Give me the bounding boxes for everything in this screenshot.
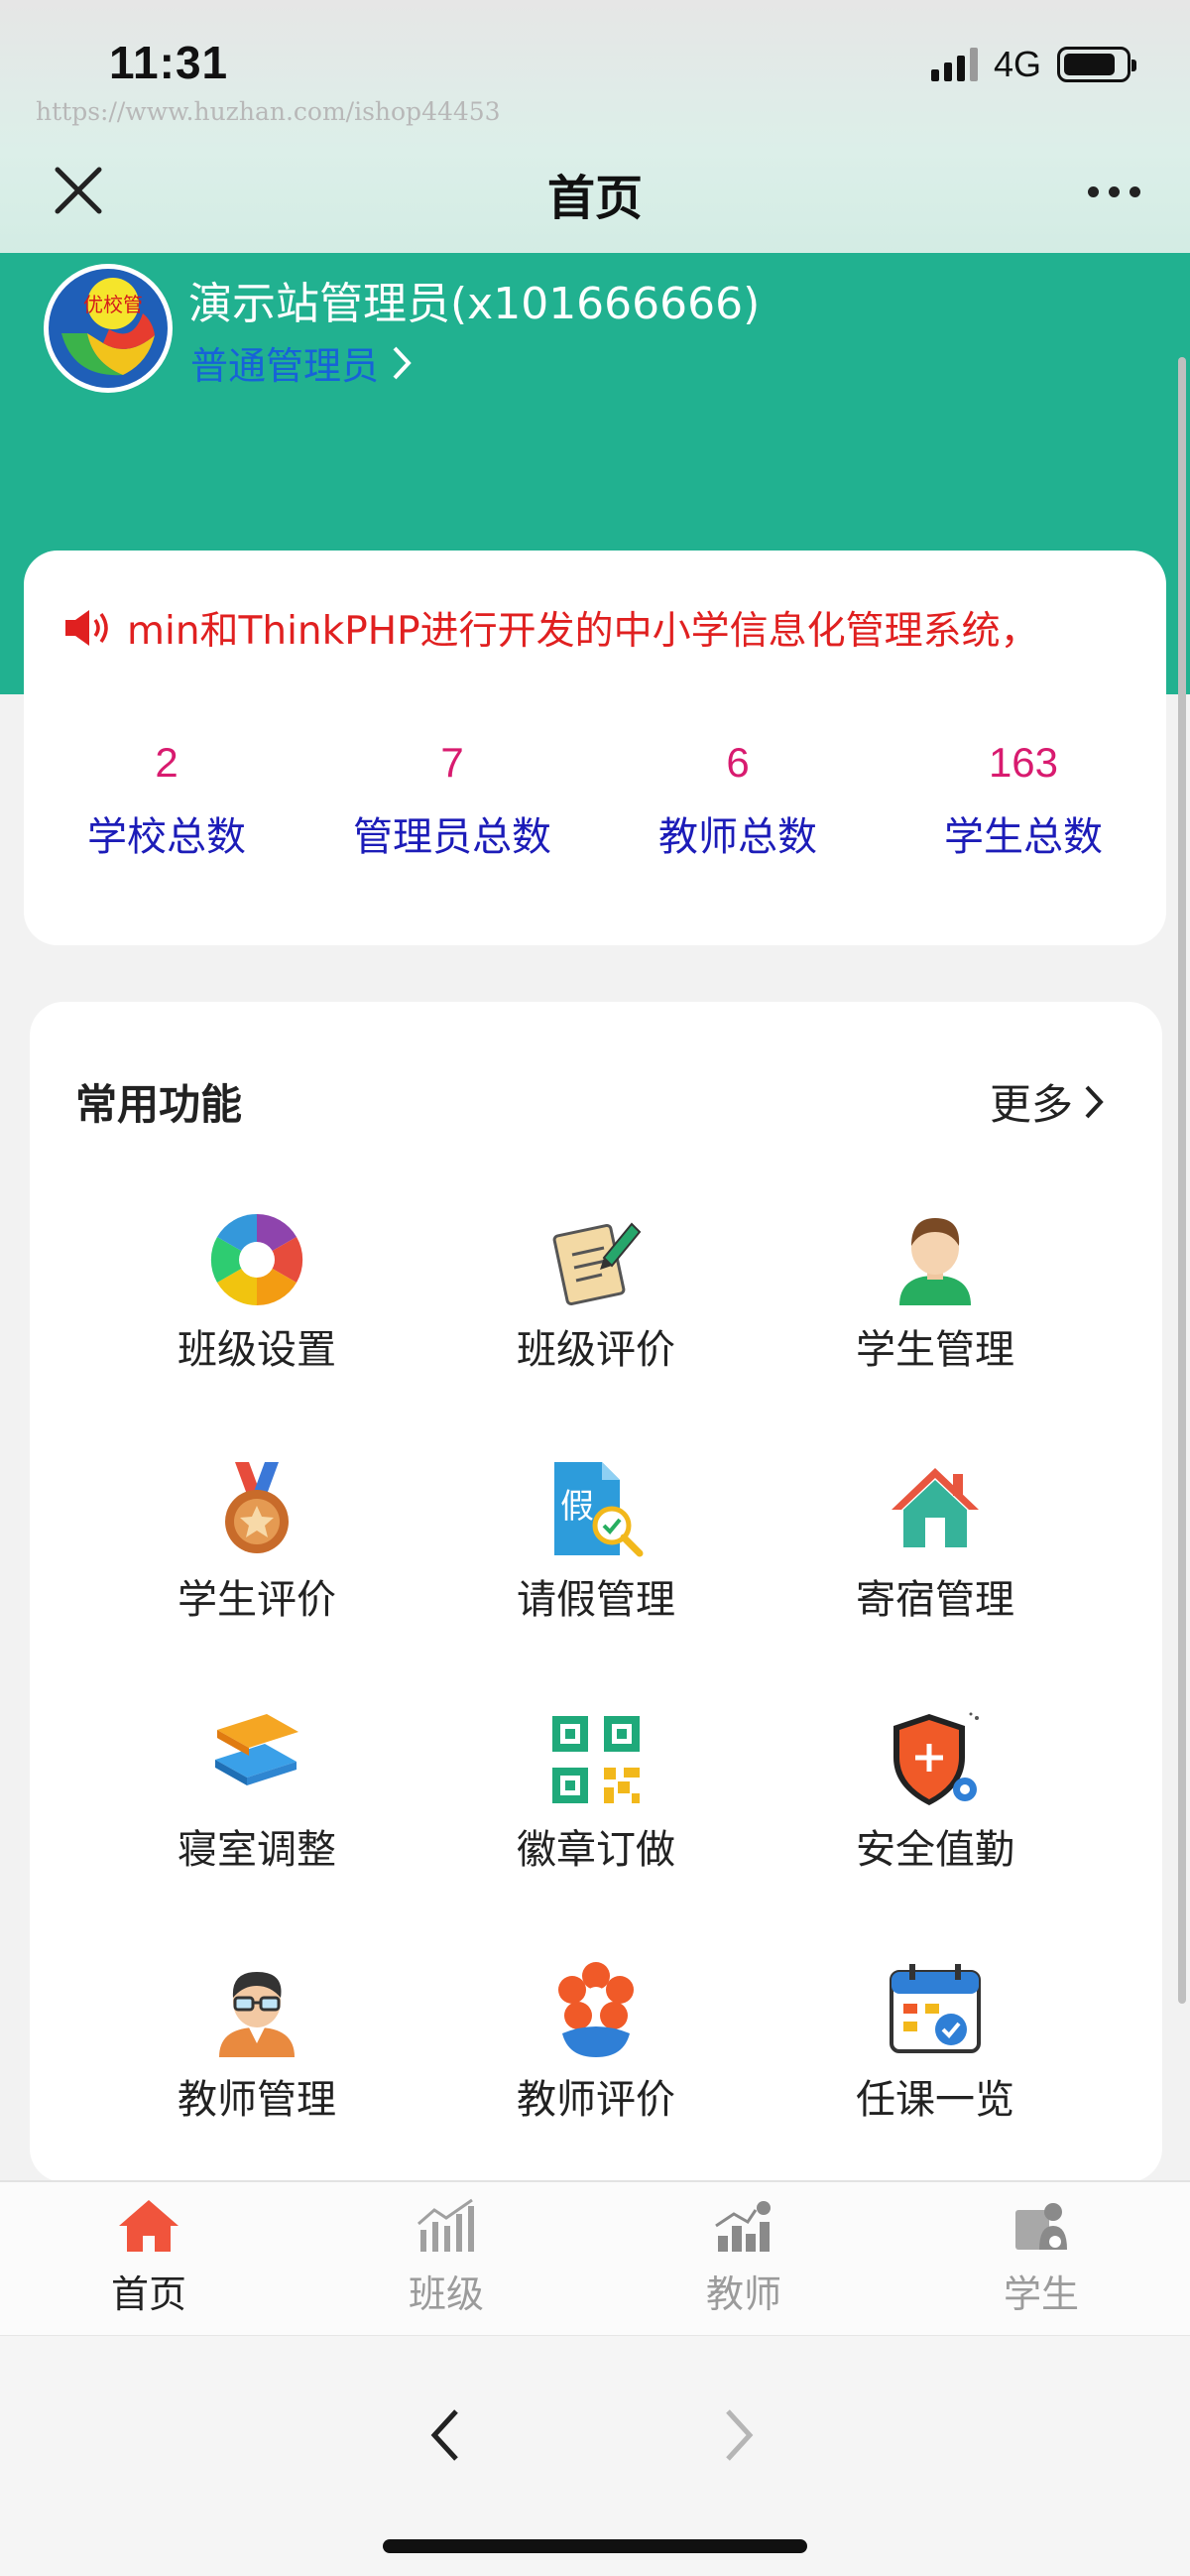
stat-students[interactable]: 163 学生总数 [881, 739, 1166, 862]
medal-icon [225, 1462, 289, 1553]
user-role-link[interactable]: 普通管理员 [190, 335, 413, 390]
tab-label: 首页 [110, 2272, 186, 2316]
stat-value: 7 [440, 739, 464, 786]
func-label: 安全值勤 [856, 1827, 1014, 1873]
calendar-check-icon [890, 1964, 981, 2053]
chevron-right-icon [393, 346, 412, 379]
shield-icon [893, 1712, 979, 1805]
func-teacher-management[interactable]: 教师管理 [73, 1960, 440, 2158]
student-icon [1015, 2203, 1067, 2250]
stat-value: 2 [155, 739, 178, 786]
func-badge-customization[interactable]: 徽章订做 [413, 1710, 779, 1908]
browser-forward-button[interactable] [718, 2405, 758, 2469]
func-teacher-evaluation[interactable]: 教师评价 [413, 1960, 779, 2158]
chevron-right-icon [1085, 1085, 1104, 1118]
scrollbar[interactable] [1178, 357, 1186, 2004]
func-label: 学生管理 [856, 1327, 1014, 1373]
status-time: 11:31 [109, 37, 229, 88]
flower-icon [558, 1962, 634, 2057]
teacher-avatar-icon [219, 1972, 295, 2057]
func-dorm-adjustment[interactable]: 寝室调整 [73, 1710, 440, 1908]
func-leave-management[interactable]: 假 请假管理 [413, 1460, 779, 1658]
qr-code-icon [552, 1716, 640, 1803]
house-icon [892, 1468, 979, 1547]
stat-label: 学生总数 [944, 814, 1103, 860]
dot-icon [1109, 186, 1120, 197]
aperture-icon [210, 1213, 303, 1306]
dot-icon [1088, 186, 1099, 197]
evaluation-notepad-icon [552, 1222, 642, 1306]
home-icon [119, 2200, 178, 2252]
stat-label: 学校总数 [87, 814, 246, 860]
func-class-evaluation[interactable]: 班级评价 [413, 1210, 779, 1409]
func-label: 学生评价 [178, 1577, 336, 1623]
func-label: 教师管理 [178, 2077, 336, 2123]
stat-schools[interactable]: 2 学校总数 [24, 739, 309, 862]
bottom-tab-bar: 首页 班级 教师 学生 [0, 2180, 1190, 2335]
tab-home[interactable]: 首页 [0, 2182, 298, 2335]
tab-label: 班级 [408, 2272, 484, 2316]
func-label: 请假管理 [517, 1577, 675, 1623]
stat-teachers[interactable]: 6 教师总数 [595, 739, 881, 862]
more-label: 更多 [989, 1080, 1073, 1129]
func-student-management[interactable]: 学生管理 [752, 1210, 1119, 1409]
teacher-chart-icon [715, 2201, 771, 2252]
func-label: 班级设置 [178, 1327, 336, 1373]
class-chart-icon [417, 2198, 474, 2252]
stat-admins[interactable]: 7 管理员总数 [309, 739, 595, 862]
func-label: 班级评价 [517, 1327, 675, 1373]
network-label: 4G [993, 44, 1041, 84]
func-boarding-management[interactable]: 寄宿管理 [752, 1460, 1119, 1658]
stat-label: 教师总数 [658, 814, 817, 860]
section-title: 常用功能 [75, 1080, 243, 1129]
logo-text: 优校管 [83, 293, 143, 316]
battery-icon [1057, 47, 1136, 82]
more-functions-link[interactable]: 更多 [990, 1071, 1105, 1132]
school-logo-avatar[interactable]: 优校管 [44, 264, 173, 393]
func-label: 寝室调整 [178, 1827, 336, 1873]
stat-value: 6 [726, 739, 750, 786]
func-class-settings[interactable]: 班级设置 [73, 1210, 440, 1409]
speaker-icon [65, 610, 108, 646]
school-logo-icon: 优校管 [49, 269, 168, 388]
notice-marquee[interactable]: min和ThinkPHP进行开发的中小学信息化管理系统， [61, 600, 1129, 656]
watermark-url: https://www.huzhan.com/ishop44453 [36, 97, 501, 126]
stat-value: 163 [988, 739, 1059, 786]
dot-icon [1130, 186, 1140, 197]
status-indicators: 4G [930, 44, 1136, 85]
tab-student[interactable]: 学生 [892, 2182, 1190, 2335]
user-name: 演示站管理员(x101666666) [188, 279, 761, 329]
func-label: 徽章订做 [517, 1827, 675, 1873]
chevron-left-icon [430, 2409, 458, 2461]
common-functions-card: 常用功能 更多 班级设置 班级评价 学生管理 学生评价 假 请假管理 寄宿管理 … [30, 1002, 1162, 2182]
page-title: 首页 [546, 171, 643, 226]
user-role-label: 普通管理员 [190, 344, 380, 388]
stat-label: 管理员总数 [353, 814, 551, 860]
signal-icon [930, 48, 978, 81]
more-menu-button[interactable] [1088, 186, 1140, 197]
battery-level-fill [1064, 54, 1115, 75]
chevron-right-icon [726, 2409, 754, 2461]
home-indicator [383, 2539, 807, 2553]
leave-document-icon: 假 [554, 1462, 644, 1557]
notice-text: min和ThinkPHP进行开发的中小学信息化管理系统， [127, 609, 1039, 654]
tab-label: 教师 [705, 2272, 781, 2316]
func-student-evaluation[interactable]: 学生评价 [73, 1460, 440, 1658]
stats-card: min和ThinkPHP进行开发的中小学信息化管理系统， 2 学校总数 7 管理… [24, 551, 1166, 945]
stats-row: 2 学校总数 7 管理员总数 6 教师总数 163 学生总数 [24, 739, 1166, 862]
func-safety-duty[interactable]: 安全值勤 [752, 1710, 1119, 1908]
tab-class[interactable]: 班级 [298, 2182, 595, 2335]
tab-teacher[interactable]: 教师 [595, 2182, 892, 2335]
student-avatar-icon [899, 1218, 971, 1305]
svg-text:假: 假 [560, 1487, 594, 1527]
func-label: 教师评价 [517, 2077, 675, 2123]
func-label: 寄宿管理 [856, 1577, 1014, 1623]
func-course-overview[interactable]: 任课一览 [752, 1960, 1119, 2158]
browser-back-button[interactable] [426, 2405, 466, 2469]
layers-icon [215, 1714, 298, 1785]
tab-label: 学生 [1003, 2272, 1079, 2316]
func-label: 任课一览 [856, 2077, 1014, 2123]
